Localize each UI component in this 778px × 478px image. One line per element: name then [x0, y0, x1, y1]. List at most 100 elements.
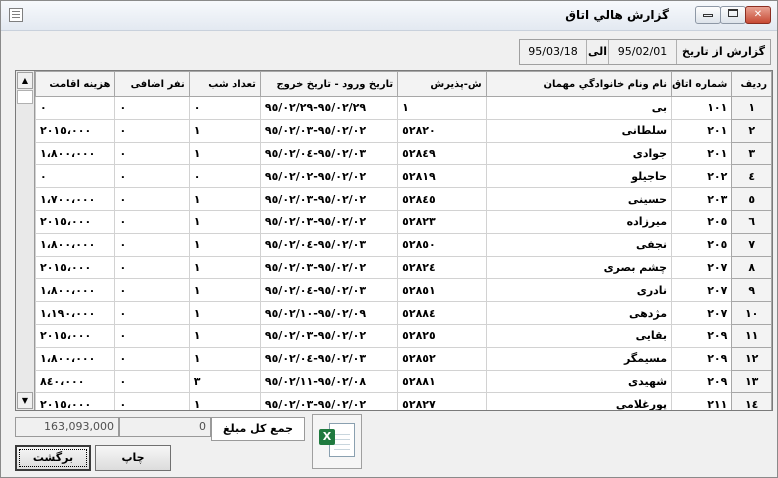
reception-number-cell[interactable]: ٥٢٨٨٤: [397, 301, 487, 325]
extra-persons-cell[interactable]: ٠: [114, 369, 190, 394]
reception-number-cell[interactable]: ١: [397, 96, 487, 120]
row-number-cell[interactable]: ٨: [731, 255, 772, 280]
reception-number-cell[interactable]: ٥٢٨٢٤: [397, 255, 487, 280]
guest-name-cell[interactable]: ميرزاده: [485, 209, 673, 234]
room-number-cell[interactable]: ٢٠٢: [671, 164, 733, 189]
table-row[interactable]: ١٣ ٢٠٩ شهيدی ٥٢٨٨١ ٩٥/٠٢/٠٨-٩٥/٠٢/١١ ٣ ٠ ٨٤٠،٠٠…: [34, 369, 772, 394]
row-number-cell[interactable]: ١١: [731, 323, 772, 348]
row-number-cell[interactable]: ٦: [731, 209, 772, 234]
stay-cost-cell[interactable]: ٢٠١٥،٠٠٠: [34, 392, 116, 410]
row-number-cell[interactable]: ٥: [731, 187, 772, 211]
room-number-cell[interactable]: ٢٠٧: [671, 255, 733, 280]
stay-cost-cell[interactable]: ١،٨٠٠،٠٠٠: [34, 346, 116, 371]
nights-count-cell[interactable]: ١: [188, 118, 261, 143]
scroll-down-arrow-icon[interactable]: ▼: [17, 392, 33, 409]
reception-number-cell[interactable]: ٥٢٨٨١: [397, 369, 487, 394]
table-row[interactable]: ٦ ٢٠٥ ميرزاده ٥٢٨٢٣ ٩٥/٠٢/٠٢-٩٥/٠٢/٠٣ ١ ٠ ٢٠١٥،…: [34, 209, 772, 234]
reception-number-cell[interactable]: ٥٢٨٢٧: [397, 392, 487, 410]
stay-dates-cell[interactable]: ٩٥/٠٢/٠٢-٩٥/٠٢/٠٣: [259, 392, 399, 410]
room-number-cell[interactable]: ٢٠٥: [671, 232, 733, 257]
stay-cost-cell[interactable]: ٢٠١٥،٠٠٠: [34, 209, 116, 234]
column-header[interactable]: تاريخ ورود - تاريخ خروج: [259, 71, 399, 97]
close-button[interactable]: ✕: [745, 6, 771, 24]
room-number-cell[interactable]: ٢٠١: [671, 118, 733, 143]
nights-count-cell[interactable]: ٠: [188, 164, 261, 189]
guest-name-cell[interactable]: حسينی: [485, 187, 673, 211]
table-row[interactable]: ٢ ٢٠١ سلطانی ٥٢٨٢٠ ٩٥/٠٢/٠٢-٩٥/٠٢/٠٣ ١ ٠ ٢٠١٥،٠…: [34, 118, 772, 143]
room-number-cell[interactable]: ٢٠١: [671, 141, 733, 166]
row-number-cell[interactable]: ٣: [731, 141, 772, 166]
date-from-field[interactable]: 95/02/01: [608, 40, 676, 64]
stay-cost-cell[interactable]: ١،٨٠٠،٠٠٠: [34, 278, 116, 303]
extra-persons-cell[interactable]: ٠: [114, 141, 190, 166]
room-number-cell[interactable]: ٢٠٧: [671, 301, 733, 325]
reception-number-cell[interactable]: ٥٢٨١٩: [397, 164, 487, 189]
scroll-up-arrow-icon[interactable]: ▲: [17, 72, 33, 89]
guest-name-cell[interactable]: سلطانی: [485, 118, 673, 143]
guest-name-cell[interactable]: چشم بصری: [485, 255, 673, 280]
guest-name-cell[interactable]: مسيمگر: [485, 346, 673, 371]
maximize-button[interactable]: [720, 6, 746, 24]
reception-number-cell[interactable]: ٥٢٨٢٥: [397, 323, 487, 348]
row-number-cell[interactable]: ١: [731, 96, 772, 120]
stay-dates-cell[interactable]: ٩٥/٠٢/٠٨-٩٥/٠٢/١١: [259, 369, 399, 394]
stay-dates-cell[interactable]: ٩٥/٠٢/٠٣-٩٥/٠٢/٠٤: [259, 346, 399, 371]
stay-dates-cell[interactable]: ٩٥/٠٢/٠٢-٩٥/٠٢/٠٣: [259, 255, 399, 280]
stay-cost-cell[interactable]: ١،٨٠٠،٠٠٠: [34, 232, 116, 257]
excel-export-button[interactable]: X: [312, 414, 362, 469]
guest-name-cell[interactable]: بی: [485, 96, 673, 120]
reception-number-cell[interactable]: ٥٢٨٤٥: [397, 187, 487, 211]
stay-cost-cell[interactable]: ١،١٩٠،٠٠٠: [34, 301, 116, 325]
column-header[interactable]: نفر اضافی: [114, 71, 190, 97]
table-row[interactable]: ٩ ٢٠٧ نادری ٥٢٨٥١ ٩٥/٠٢/٠٣-٩٥/٠٢/٠٤ ١ ٠ ١،٨٠٠،٠…: [34, 278, 772, 303]
extra-persons-cell[interactable]: ٠: [114, 96, 190, 120]
nights-count-cell[interactable]: ١: [188, 255, 261, 280]
stay-dates-cell[interactable]: ٩٥/٠٢/٠٩-٩٥/٠٢/١٠: [259, 301, 399, 325]
reception-number-cell[interactable]: ٥٢٨٥١: [397, 278, 487, 303]
row-number-cell[interactable]: ١٤: [731, 392, 772, 410]
table-row[interactable]: ٤ ٢٠٢ حاجيلو ٥٢٨١٩ ٩٥/٠٢/٠٢-٩٥/٠٢/٠٢ ٠ ٠ ٠: [34, 164, 772, 189]
table-row[interactable]: ٥ ٢٠٣ حسينی ٥٢٨٤٥ ٩٥/٠٢/٠٢-٩٥/٠٢/٠٣ ١ ٠ ١،٧٠٠،٠…: [34, 187, 772, 211]
guest-name-cell[interactable]: مژدهی: [485, 301, 673, 325]
nights-count-cell[interactable]: ١: [188, 346, 261, 371]
table-row[interactable]: ١٤ ٢١١ پورغلامی ٥٢٨٢٧ ٩٥/٠٢/٠٢-٩٥/٠٢/٠٣ ١ ٠ ٢٠١…: [34, 392, 772, 410]
guest-name-cell[interactable]: شهيدی: [485, 369, 673, 394]
column-header[interactable]: ش-پذيرش: [397, 71, 487, 97]
row-number-cell[interactable]: ٢: [731, 118, 772, 143]
row-number-cell[interactable]: ٩: [731, 278, 772, 303]
row-number-cell[interactable]: ٤: [731, 164, 772, 189]
table-row[interactable]: ٣ ٢٠١ جوادی ٥٢٨٤٩ ٩٥/٠٢/٠٣-٩٥/٠٢/٠٤ ١ ٠ ١،٨٠٠،٠…: [34, 141, 772, 166]
column-header[interactable]: شماره اتاق: [671, 71, 733, 97]
reception-number-cell[interactable]: ٥٢٨٥٢: [397, 346, 487, 371]
vertical-scrollbar[interactable]: ▲ ▼: [16, 71, 35, 410]
table-row[interactable]: ١ ١٠١ بی ١ ٩٥/٠٢/٢٩-٩٥/٠٢/٢٩ ٠ ٠ ٠: [34, 96, 772, 120]
extra-persons-cell[interactable]: ٠: [114, 118, 190, 143]
column-header[interactable]: نام ونام خانوادگي مهمان: [485, 71, 673, 97]
stay-dates-cell[interactable]: ٩٥/٠٢/٠٣-٩٥/٠٢/٠٤: [259, 232, 399, 257]
scroll-thumb[interactable]: [17, 90, 33, 104]
room-number-cell[interactable]: ٢٠٩: [671, 346, 733, 371]
nights-count-cell[interactable]: ١: [188, 187, 261, 211]
extra-persons-cell[interactable]: ٠: [114, 323, 190, 348]
row-number-cell[interactable]: ١٠: [731, 301, 772, 325]
reception-number-cell[interactable]: ٥٢٨٢٠: [397, 118, 487, 143]
stay-dates-cell[interactable]: ٩٥/٠٢/٠٣-٩٥/٠٢/٠٤: [259, 278, 399, 303]
table-row[interactable]: ١١ ٢٠٩ بقايی ٥٢٨٢٥ ٩٥/٠٢/٠٢-٩٥/٠٢/٠٣ ١ ٠ ٢٠١٥،٠…: [34, 323, 772, 348]
nights-count-cell[interactable]: ٠: [188, 96, 261, 120]
room-number-cell[interactable]: ١٠١: [671, 96, 733, 120]
extra-persons-cell[interactable]: ٠: [114, 209, 190, 234]
room-number-cell[interactable]: ٢٠٩: [671, 323, 733, 348]
room-number-cell[interactable]: ٢٠٣: [671, 187, 733, 211]
title-bar[interactable]: گزارش هالي اتاق ✕: [1, 1, 777, 31]
nights-count-cell[interactable]: ١: [188, 232, 261, 257]
room-number-cell[interactable]: ٢٠٩: [671, 369, 733, 394]
date-to-field[interactable]: 95/03/18: [520, 40, 586, 64]
stay-dates-cell[interactable]: ٩٥/٠٢/٠٢-٩٥/٠٢/٠٢: [259, 164, 399, 189]
stay-cost-cell[interactable]: ١،٧٠٠،٠٠٠: [34, 187, 116, 211]
room-number-cell[interactable]: ٢٠٥: [671, 209, 733, 234]
stay-cost-cell[interactable]: ٠: [34, 96, 116, 120]
table-row[interactable]: ١٢ ٢٠٩ مسيمگر ٥٢٨٥٢ ٩٥/٠٢/٠٣-٩٥/٠٢/٠٤ ١ ٠ ١،٨٠٠…: [34, 346, 772, 371]
guest-name-cell[interactable]: نادری: [485, 278, 673, 303]
row-number-cell[interactable]: ١٢: [731, 346, 772, 371]
reception-number-cell[interactable]: ٥٢٨٢٣: [397, 209, 487, 234]
